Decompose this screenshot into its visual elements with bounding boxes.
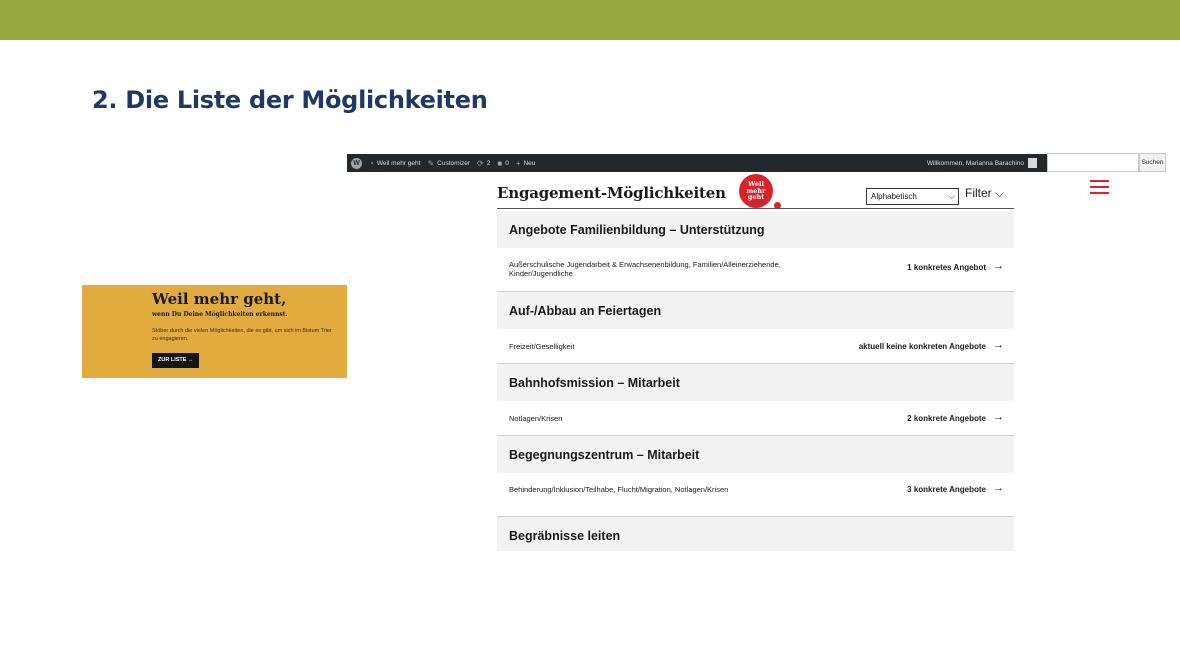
updates-link[interactable]: ⟳ 2 [477, 159, 490, 168]
list-item-count: aktuell keine konkreten Angebote [858, 342, 986, 351]
list-item[interactable]: Notlagen/Krisen 2 konkrete Angebote → [497, 401, 1014, 436]
comments-count: 0 [505, 159, 509, 167]
updates-count: 2 [486, 159, 491, 167]
avatar [1028, 158, 1037, 168]
wp-admin-bar: W ◔ Weil mehr geht ✎ Customizer ⟳ 2 ■ 0 … [347, 154, 1047, 172]
page-title: Engagement-Möglichkeiten [497, 184, 726, 202]
site-name-label: Weil mehr geht [376, 159, 421, 167]
promo-headline: Weil mehr geht, [152, 290, 287, 308]
promo-text: Stöber durch die vielen Möglichkeiten, d… [152, 328, 332, 342]
list-item-tags: Außerschulische Jugendarbeit & Erwachsen… [509, 260, 781, 278]
slide-title: 2. Die Liste der Möglichkeiten [92, 86, 488, 114]
welcome-text: Willkommen, Marianna Barachino [926, 159, 1024, 167]
list-item-count: 3 konkrete Angebote [907, 485, 986, 494]
list-item-count: 2 konkrete Angebote [907, 414, 986, 423]
list-item[interactable]: Freizeit/Geselligkeit aktuell keine konk… [497, 329, 1014, 364]
search-button[interactable]: Suchen [1139, 153, 1166, 172]
chevron-down-icon: ⌵ [995, 186, 1005, 200]
category-header[interactable]: Auf-/Abbau an Feiertagen [497, 292, 1014, 329]
site-name-link[interactable]: ◔ Weil mehr geht [369, 159, 420, 168]
account-menu[interactable]: Willkommen, Marianna Barachino [927, 158, 1037, 168]
refresh-icon: ⟳ [477, 158, 484, 168]
list-item-count: 1 konkretes Angebot [907, 263, 986, 272]
list-item-tags: Notlagen/Krisen [509, 414, 563, 423]
sort-select[interactable]: Alphabetisch ⌵ [866, 188, 959, 205]
slide-header-bar [0, 0, 1180, 40]
logo-line-3: geht [747, 193, 765, 201]
header-divider [497, 208, 1014, 209]
new-label: Neu [523, 159, 536, 167]
dashboard-icon: ◔ [369, 158, 374, 168]
new-content-link[interactable]: + Neu [516, 159, 536, 168]
category-header[interactable]: Begräbnisse leiten [497, 517, 1014, 551]
arrow-right-icon: → [993, 411, 1004, 423]
search-input[interactable] [1047, 153, 1139, 172]
brush-icon: ✎ [427, 158, 435, 168]
list-item-tags: Behinderung/Inklusion/Teilhabe, Flucht/M… [509, 485, 729, 494]
weil-mehr-geht-logo[interactable]: Weil mehr geht [739, 174, 773, 208]
wordpress-icon[interactable]: W [351, 157, 362, 169]
opportunity-list: Angebote Familienbildung – Unterstützung… [497, 211, 1014, 551]
comments-link[interactable]: ■ 0 [497, 159, 508, 168]
promo-banner: Weil mehr geht, wenn Du Deine Möglichkei… [82, 285, 347, 378]
arrow-right-icon: → [993, 339, 1004, 351]
customizer-label: Customizer [437, 159, 471, 167]
plus-icon: + [515, 158, 521, 168]
filter-label: Filter [965, 186, 992, 200]
filter-button[interactable]: Filter ⌵ [965, 186, 1004, 201]
sort-value: Alphabetisch [871, 192, 917, 201]
list-item[interactable]: Behinderung/Inklusion/Teilhabe, Flucht/M… [497, 473, 1014, 517]
category-header[interactable]: Angebote Familienbildung – Unterstützung [497, 211, 1014, 248]
chevron-down-icon: ⌵ [948, 191, 955, 201]
arrow-right-icon: → [993, 260, 1004, 272]
category-header[interactable]: Bahnhofsmission – Mitarbeit [497, 364, 1014, 401]
arrow-right-icon: → [993, 482, 1004, 494]
customizer-link[interactable]: ✎ Customizer [427, 159, 470, 168]
promo-subline: wenn Du Deine Möglichkeiten erkennst. [152, 311, 288, 318]
zur-liste-button[interactable]: ZUR LISTE → [152, 353, 200, 368]
comment-icon: ■ [497, 158, 503, 168]
list-item[interactable]: Außerschulische Jugendarbeit & Erwachsen… [497, 248, 1014, 292]
list-item-tags: Freizeit/Geselligkeit [509, 342, 575, 351]
hamburger-menu-icon[interactable] [1090, 180, 1109, 194]
category-header[interactable]: Begegnungszentrum – Mitarbeit [497, 436, 1014, 473]
